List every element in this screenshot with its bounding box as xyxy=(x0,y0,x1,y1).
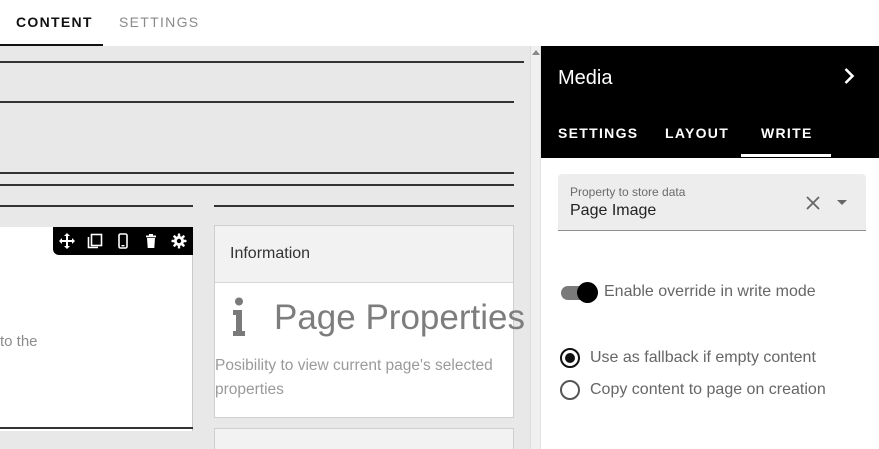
active-tab-indicator xyxy=(741,154,831,157)
override-toggle[interactable] xyxy=(559,281,599,303)
section-divider xyxy=(0,101,514,103)
info-icon xyxy=(231,297,247,337)
clear-icon[interactable] xyxy=(804,194,822,212)
selected-component[interactable] xyxy=(0,227,193,431)
radio-fallback[interactable] xyxy=(560,348,580,368)
radio-copy-label: Copy content to page on creation xyxy=(590,381,826,398)
override-toggle-label: Enable override in write mode xyxy=(604,283,816,300)
panel-header: Media SETTINGS LAYOUT WRITE xyxy=(541,46,879,158)
page-properties-title: Page Properties xyxy=(274,298,525,337)
column-divider xyxy=(0,205,193,207)
chevron-right-icon[interactable] xyxy=(837,64,861,88)
property-select-label: Property to store data xyxy=(570,185,686,199)
dropdown-arrow-icon[interactable] xyxy=(837,200,847,205)
top-tab-bar: CONTENT SETTINGS xyxy=(0,0,879,46)
panel-tab-settings[interactable]: SETTINGS xyxy=(558,125,638,141)
mobile-icon[interactable] xyxy=(115,233,131,249)
scroll-up-arrow-icon[interactable] xyxy=(532,50,540,55)
next-component-card[interactable] xyxy=(214,428,514,449)
information-card-header: Information xyxy=(215,226,513,283)
component-toolbar xyxy=(53,227,193,255)
panel-tab-layout[interactable]: LAYOUT xyxy=(665,125,729,141)
properties-panel: Media SETTINGS LAYOUT WRITE Property to … xyxy=(540,46,879,449)
column-divider xyxy=(214,205,514,207)
delete-icon[interactable] xyxy=(143,233,159,249)
panel-title: Media xyxy=(558,67,613,89)
panel-tab-write[interactable]: WRITE xyxy=(761,125,813,141)
canvas-scrollbar[interactable] xyxy=(530,46,540,449)
radio-selected-dot xyxy=(565,353,575,363)
move-icon[interactable] xyxy=(59,233,75,249)
section-divider xyxy=(0,184,514,186)
settings-gear-icon[interactable] xyxy=(171,233,187,249)
information-card[interactable]: Information Page Properties Posibility t… xyxy=(214,225,525,418)
tab-settings[interactable]: SETTINGS xyxy=(119,0,199,46)
component-bottom-border xyxy=(0,427,193,429)
section-divider xyxy=(0,172,514,174)
page-properties-description: Posibility to view current page's select… xyxy=(215,357,493,398)
copy-icon[interactable] xyxy=(87,233,103,249)
section-divider xyxy=(0,61,524,63)
radio-copy-on-creation[interactable] xyxy=(560,380,580,400)
property-select-value: Page Image xyxy=(570,202,657,219)
tab-content[interactable]: CONTENT xyxy=(0,0,103,46)
component-text: to the xyxy=(0,333,38,350)
information-card-title: Information xyxy=(230,245,311,262)
toggle-knob xyxy=(577,282,598,303)
page-canvas: to the Information Page Properties Posib… xyxy=(0,46,530,449)
property-select[interactable]: Property to store data Page Image xyxy=(558,174,866,231)
radio-fallback-label: Use as fallback if empty content xyxy=(590,349,816,366)
